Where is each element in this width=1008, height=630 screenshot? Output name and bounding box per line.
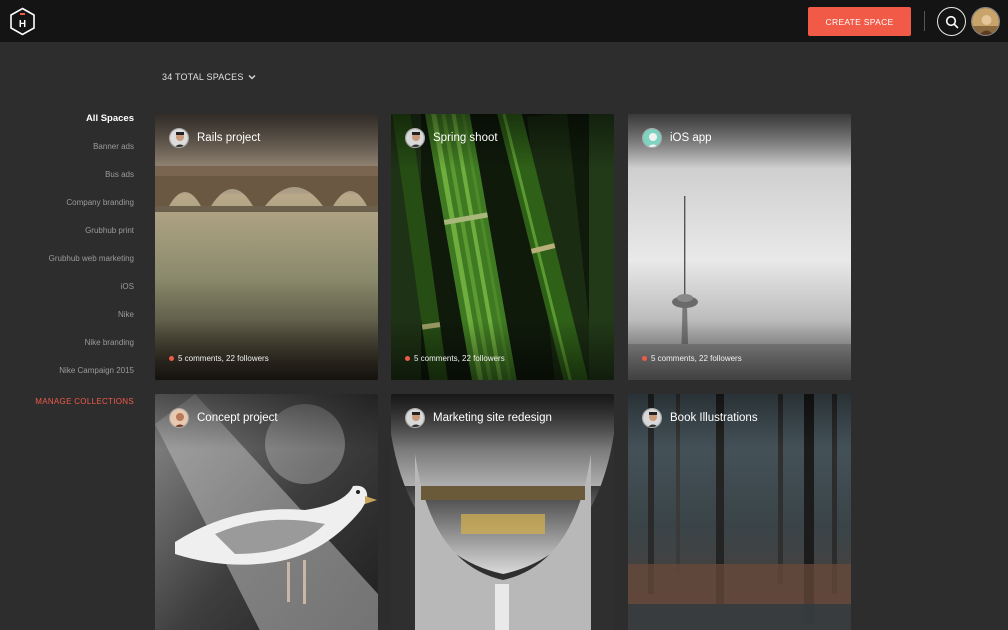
- owner-avatar: [405, 408, 425, 428]
- card-meta: 5 comments, 22 followers: [405, 354, 505, 363]
- card-stats: 5 comments, 22 followers: [414, 354, 505, 363]
- card-shade: [391, 320, 614, 380]
- card-stats: 5 comments, 22 followers: [178, 354, 269, 363]
- top-bar: H CREATE SPACE: [0, 0, 1008, 42]
- card-header: Book Illustrations: [642, 408, 758, 428]
- card-header: iOS app: [642, 128, 712, 148]
- card-meta: 5 comments, 22 followers: [642, 354, 742, 363]
- sidebar-item-nike-branding[interactable]: Nike branding: [0, 336, 134, 364]
- space-card-marketing-site-redesign[interactable]: Marketing site redesign: [391, 394, 614, 630]
- sidebar-item-grubhub-print[interactable]: Grubhub print: [0, 224, 134, 252]
- space-card-spring-shoot[interactable]: Spring shoot 5 comments, 22 followers: [391, 114, 614, 380]
- sidebar-item-banner-ads[interactable]: Banner ads: [0, 140, 134, 168]
- card-stats: 5 comments, 22 followers: [651, 354, 742, 363]
- sidebar-item-bus-ads[interactable]: Bus ads: [0, 168, 134, 196]
- activity-dot: [405, 356, 410, 361]
- card-title: iOS app: [670, 132, 712, 144]
- space-card-rails-project[interactable]: Rails project 5 comments, 22 followers: [155, 114, 378, 380]
- owner-avatar: [642, 408, 662, 428]
- owner-avatar: [405, 128, 425, 148]
- total-spaces-dropdown[interactable]: 34 TOTAL SPACES: [162, 72, 256, 82]
- card-shade: [155, 320, 378, 380]
- user-avatar[interactable]: [971, 7, 1000, 36]
- card-header: Marketing site redesign: [405, 408, 552, 428]
- card-header: Rails project: [169, 128, 260, 148]
- card-title: Book Illustrations: [670, 412, 758, 424]
- card-header: Spring shoot: [405, 128, 498, 148]
- card-title: Spring shoot: [433, 132, 498, 144]
- owner-avatar: [169, 408, 189, 428]
- sidebar-item-company-branding[interactable]: Company branding: [0, 196, 134, 224]
- activity-dot: [169, 356, 174, 361]
- sidebar-item-ios[interactable]: iOS: [0, 280, 134, 308]
- card-shade: [628, 320, 851, 380]
- sidebar: All Spaces Banner ads Bus ads Company br…: [0, 112, 134, 392]
- sidebar-item-all-spaces[interactable]: All Spaces: [0, 112, 134, 140]
- card-meta: 5 comments, 22 followers: [169, 354, 269, 363]
- sidebar-item-nike[interactable]: Nike: [0, 308, 134, 336]
- sidebar-item-nike-campaign-2015[interactable]: Nike Campaign 2015: [0, 364, 134, 392]
- search-icon: [945, 15, 958, 28]
- card-title: Concept project: [197, 412, 278, 424]
- logo-letter: H: [19, 19, 26, 30]
- owner-avatar: [169, 128, 189, 148]
- activity-dot: [642, 356, 647, 361]
- app-logo[interactable]: H: [8, 7, 37, 36]
- header-divider: [924, 11, 925, 31]
- card-title: Rails project: [197, 132, 261, 144]
- space-card-concept-project[interactable]: Concept project: [155, 394, 378, 630]
- card-header: Concept project: [169, 408, 278, 428]
- owner-avatar: [642, 128, 662, 148]
- search-button[interactable]: [937, 7, 966, 36]
- manage-collections-link[interactable]: MANAGE COLLECTIONS: [0, 397, 134, 406]
- space-card-ios-app[interactable]: iOS app 5 comments, 22 followers: [628, 114, 851, 380]
- chevron-down-icon: [248, 75, 256, 80]
- create-space-button[interactable]: CREATE SPACE: [808, 7, 911, 36]
- total-spaces-label: 34 TOTAL SPACES: [162, 72, 244, 82]
- card-title: Marketing site redesign: [433, 412, 552, 424]
- space-card-book-illustrations[interactable]: Book Illustrations: [628, 394, 851, 630]
- sidebar-item-grubhub-web-marketing[interactable]: Grubhub web marketing: [0, 252, 134, 280]
